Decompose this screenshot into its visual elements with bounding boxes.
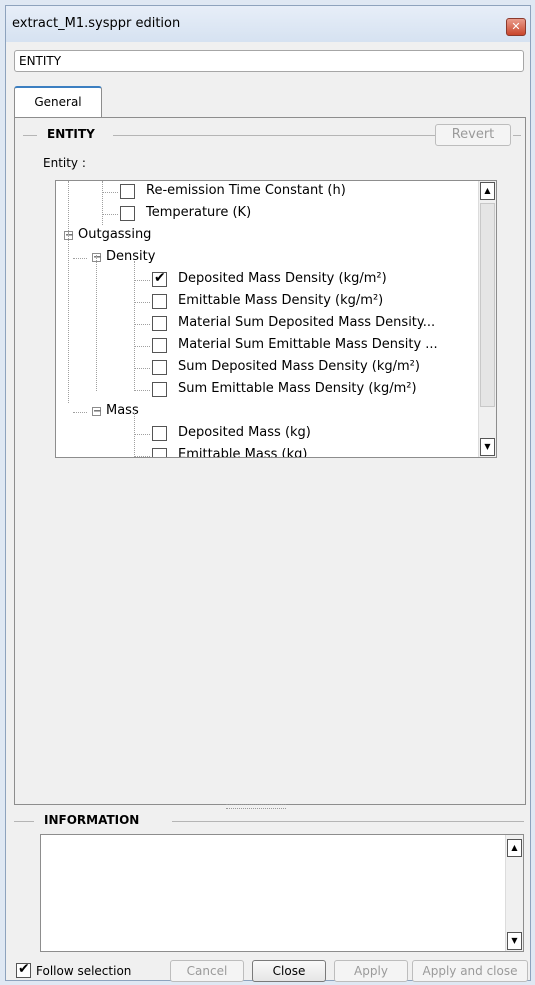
tree-guide-line xyxy=(134,346,150,347)
tree-item-label: Material Sum Emittable Mass Density ... xyxy=(178,337,438,352)
tree-item-label: Deposited Mass (kg) xyxy=(178,425,311,440)
tree-item-label: Emittable Mass Density (kg/m²) xyxy=(178,293,384,308)
tree-item-checkbox[interactable] xyxy=(152,316,167,331)
tree-node-label: Density xyxy=(106,249,156,264)
window-title: extract_M1.sysppr edition xyxy=(12,16,181,31)
tree-item-checkbox[interactable] xyxy=(120,184,135,199)
follow-selection-checkbox[interactable] xyxy=(16,961,31,978)
tree-item[interactable]: Deposited Mass (kg) xyxy=(56,423,476,445)
tree-item[interactable]: Deposited Mass Density (kg/m²) xyxy=(56,269,476,291)
tree-guide-line xyxy=(68,233,69,403)
apply-and-close-button[interactable]: Apply and close xyxy=(412,960,528,982)
close-window-button[interactable]: ✕ xyxy=(506,18,526,36)
tree-item-label: Temperature (K) xyxy=(146,205,252,220)
tree-node-label: Outgassing xyxy=(78,227,152,242)
group-border xyxy=(172,821,524,822)
scroll-down-icon[interactable]: ▼ xyxy=(480,438,495,456)
tree-item[interactable]: Emittable Mass (kg) xyxy=(56,445,476,458)
revert-button[interactable]: Revert xyxy=(435,124,511,146)
footer-bar: Follow selection Cancel Close Apply Appl… xyxy=(6,959,532,983)
tree-node[interactable]: − Mass xyxy=(56,401,476,423)
scroll-thumb[interactable] xyxy=(480,203,495,407)
tree-guide-line xyxy=(134,413,135,457)
tree-guide-line xyxy=(102,181,103,225)
tree-item-label: Sum Deposited Mass Density (kg/m²) xyxy=(178,359,420,374)
tree-guide-line xyxy=(134,434,150,435)
tree-item-label: Re-emission Time Constant (h) xyxy=(146,183,346,198)
tree-item-label: Material Sum Deposited Mass Density... xyxy=(178,315,436,330)
general-tab-panel: ENTITY Revert Entity : Re-emission Time … xyxy=(14,117,526,805)
follow-selection-label: Follow selection xyxy=(36,964,132,978)
tree-item-label: Sum Emittable Mass Density (kg/m²) xyxy=(178,381,417,396)
tree-item-checkbox[interactable] xyxy=(120,206,135,221)
tree-item-label: Deposited Mass Density (kg/m²) xyxy=(178,271,387,286)
collapse-icon[interactable]: − xyxy=(92,407,101,417)
entity-tree[interactable]: Re-emission Time Constant (h) Temperature… xyxy=(55,180,497,458)
scroll-down-icon[interactable]: ▼ xyxy=(507,932,522,950)
cancel-button[interactable]: Cancel xyxy=(170,960,244,982)
tree-guide-line xyxy=(102,214,118,215)
tree-item-checkbox[interactable] xyxy=(152,382,167,397)
entity-name-field[interactable]: ENTITY xyxy=(14,50,524,72)
tree-item[interactable]: Material Sum Deposited Mass Density... xyxy=(56,313,476,335)
tree-item[interactable]: Re-emission Time Constant (h) xyxy=(56,181,476,203)
tree-item-checkbox[interactable] xyxy=(152,270,167,287)
tree-item[interactable]: Sum Emittable Mass Density (kg/m²) xyxy=(56,379,476,401)
tree-scrollbar[interactable]: ▲ ▼ xyxy=(478,181,496,457)
tree-node[interactable]: − Outgassing xyxy=(56,225,476,247)
group-border xyxy=(113,135,441,136)
group-border xyxy=(14,821,34,822)
tree-guide-line xyxy=(134,280,150,281)
tree-item-checkbox[interactable] xyxy=(152,448,167,457)
tree-item-checkbox[interactable] xyxy=(152,294,167,309)
tree-guide-line xyxy=(102,192,118,193)
tree-guide-line xyxy=(134,302,150,303)
scroll-up-icon[interactable]: ▲ xyxy=(507,839,522,857)
panel-splitter[interactable] xyxy=(226,804,286,809)
tree-item[interactable]: Material Sum Emittable Mass Density ... xyxy=(56,335,476,357)
tree-item[interactable]: Sum Deposited Mass Density (kg/m²) xyxy=(56,357,476,379)
tree-guide-line xyxy=(134,324,150,325)
tree-item[interactable]: Emittable Mass Density (kg/m²) xyxy=(56,291,476,313)
group-border xyxy=(513,135,521,136)
tree-item[interactable]: Temperature (K) xyxy=(56,203,476,225)
tree-guide-line xyxy=(134,368,150,369)
information-group-title: INFORMATION xyxy=(40,813,144,827)
entity-label: Entity : xyxy=(43,156,86,170)
title-bar[interactable]: extract_M1.sysppr edition ✕ xyxy=(6,6,530,42)
tree-item-label: Emittable Mass (kg) xyxy=(178,447,308,458)
tree-guide-line xyxy=(73,412,87,413)
tree-guide-line xyxy=(96,255,97,391)
info-scrollbar[interactable]: ▲ ▼ xyxy=(505,835,523,951)
tab-general[interactable]: General xyxy=(14,86,102,118)
tree-guide-line xyxy=(134,456,150,457)
apply-button[interactable]: Apply xyxy=(334,960,408,982)
group-border xyxy=(23,135,37,136)
tree-item-checkbox[interactable] xyxy=(152,426,167,441)
close-button[interactable]: Close xyxy=(252,960,326,982)
edition-window: extract_M1.sysppr edition ✕ ENTITY Gener… xyxy=(5,5,532,983)
tree-item-checkbox[interactable] xyxy=(152,360,167,375)
tree-guide-line xyxy=(134,390,150,391)
tree-node[interactable]: − Density xyxy=(56,247,476,269)
scroll-up-icon[interactable]: ▲ xyxy=(480,182,495,200)
tree-guide-line xyxy=(73,258,87,259)
entity-group-title: ENTITY xyxy=(43,127,99,141)
information-text-area[interactable]: ▲ ▼ xyxy=(40,834,524,952)
tree-item-checkbox[interactable] xyxy=(152,338,167,353)
tree-guide-line xyxy=(68,181,69,233)
